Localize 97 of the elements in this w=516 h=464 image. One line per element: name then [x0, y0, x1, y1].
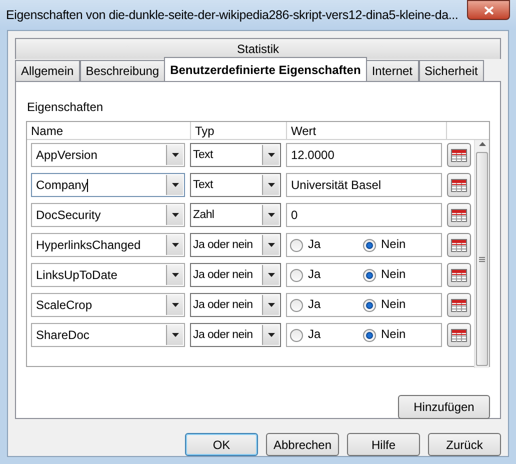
name-combo-box[interactable]: ShareDoc — [31, 323, 185, 347]
window-title: Eigenschaften von die-dunkle-seite-der-wikipedia286-skript-vers12-dina5-kleine-da... — [6, 6, 460, 24]
value-field[interactable]: 12.0000 — [286, 143, 442, 167]
dropdown-button[interactable] — [166, 295, 183, 315]
radio-button[interactable] — [290, 268, 303, 282]
dialog-button[interactable]: OK — [185, 433, 258, 456]
dropdown-button[interactable] — [262, 145, 279, 165]
dropdown-button[interactable] — [262, 325, 279, 345]
dialog-button[interactable]: Abbrechen — [266, 433, 339, 456]
table-icon — [451, 298, 467, 312]
scroll-up-arrow-icon — [478, 142, 486, 146]
column-header: Name — [27, 122, 191, 139]
caret-icon — [172, 213, 178, 217]
tab[interactable]: Sicherheit — [418, 60, 484, 81]
edit-button[interactable] — [447, 203, 471, 227]
caret-icon — [172, 273, 178, 277]
name-combo-box[interactable]: AppVersion — [31, 143, 185, 167]
name-combo-box[interactable]: ScaleCrop — [31, 293, 185, 317]
caret-icon — [268, 153, 274, 157]
radio-button[interactable] — [363, 268, 376, 282]
edit-button[interactable] — [447, 173, 471, 197]
type-combo-box[interactable]: Text — [190, 173, 281, 197]
name-combo-box[interactable]: LinksUpToDate — [31, 263, 185, 287]
dialog-button[interactable]: Hilfe — [347, 433, 420, 456]
dropdown-button[interactable] — [262, 295, 279, 315]
column-header: Typ — [191, 122, 287, 139]
edit-button[interactable] — [447, 323, 471, 347]
close-button[interactable] — [467, 0, 510, 20]
table-icon — [451, 268, 467, 282]
close-icon — [484, 6, 494, 14]
radio-label: Ja — [308, 236, 321, 253]
value-field[interactable]: 0 — [286, 203, 442, 227]
radio-button[interactable] — [363, 298, 376, 312]
scrollbar[interactable] — [474, 140, 489, 368]
table-icon — [451, 328, 467, 342]
caret-icon — [268, 333, 274, 337]
radio-button[interactable] — [363, 328, 376, 342]
edit-button[interactable] — [447, 233, 471, 257]
tab[interactable]: Internet — [366, 60, 419, 81]
tab[interactable]: Allgemein — [15, 60, 80, 81]
name-combo-box[interactable]: Company — [31, 173, 185, 197]
scrollbar-thumb[interactable] — [476, 152, 488, 366]
dropdown-button[interactable] — [166, 325, 183, 345]
caret-icon — [268, 213, 274, 217]
table-icon — [451, 208, 467, 222]
dropdown-button[interactable] — [166, 205, 183, 225]
type-combo-box[interactable]: Zahl — [190, 203, 281, 227]
edit-button[interactable] — [447, 293, 471, 317]
radio-label: Nein — [381, 326, 406, 343]
caret-icon — [268, 243, 274, 247]
radio-label: Ja — [308, 326, 321, 343]
radio-button[interactable] — [363, 238, 376, 252]
caret-icon — [172, 243, 178, 247]
caret-icon — [172, 303, 178, 307]
radio-label: Nein — [381, 266, 406, 283]
type-combo-box[interactable]: Ja oder nein — [190, 263, 281, 287]
value-field[interactable]: Universität Basel — [286, 173, 442, 197]
type-combo-box[interactable]: Ja oder nein — [190, 293, 281, 317]
tab[interactable]: Beschreibung — [80, 60, 166, 81]
name-combo-box[interactable]: HyperlinksChanged — [31, 233, 185, 257]
radio-button[interactable] — [290, 328, 303, 342]
add-button[interactable]: Hinzufügen — [398, 395, 490, 419]
column-header: Wert — [287, 122, 447, 139]
caret-icon — [172, 153, 178, 157]
caret-icon — [172, 333, 178, 337]
dropdown-button[interactable] — [166, 235, 183, 255]
type-combo-box[interactable]: Text — [190, 143, 281, 167]
caret-icon — [172, 183, 178, 187]
type-combo-box[interactable]: Ja oder nein — [190, 323, 281, 347]
table-icon — [451, 148, 467, 162]
radio-label: Ja — [308, 266, 321, 283]
dropdown-button[interactable] — [166, 265, 183, 285]
radio-label: Nein — [381, 296, 406, 313]
caret-icon — [268, 183, 274, 187]
radio-label: Ja — [308, 296, 321, 313]
caret-icon — [268, 273, 274, 277]
dropdown-button[interactable] — [262, 265, 279, 285]
radio-label: Nein — [381, 236, 406, 253]
radio-button[interactable] — [290, 238, 303, 252]
name-combo-box[interactable]: DocSecurity — [31, 203, 185, 227]
edit-button[interactable] — [447, 143, 471, 167]
radio-button[interactable] — [290, 298, 303, 312]
dropdown-button[interactable] — [166, 175, 183, 195]
table-icon — [451, 238, 467, 252]
type-combo-box[interactable]: Ja oder nein — [190, 233, 281, 257]
dropdown-button[interactable] — [262, 205, 279, 225]
caret-icon — [268, 303, 274, 307]
tab[interactable]: Statistik — [15, 38, 501, 59]
dialog-button[interactable]: Zurück — [428, 433, 501, 456]
dropdown-button[interactable] — [262, 175, 279, 195]
tab[interactable]: Benutzerdefinierte Eigenschaften — [164, 57, 367, 81]
dropdown-button[interactable] — [262, 235, 279, 255]
section-label: Eigenschaften — [27, 99, 104, 116]
dropdown-button[interactable] — [166, 145, 183, 165]
edit-button[interactable] — [447, 263, 471, 287]
table-icon — [451, 178, 467, 192]
grip-icon — [479, 256, 485, 262]
